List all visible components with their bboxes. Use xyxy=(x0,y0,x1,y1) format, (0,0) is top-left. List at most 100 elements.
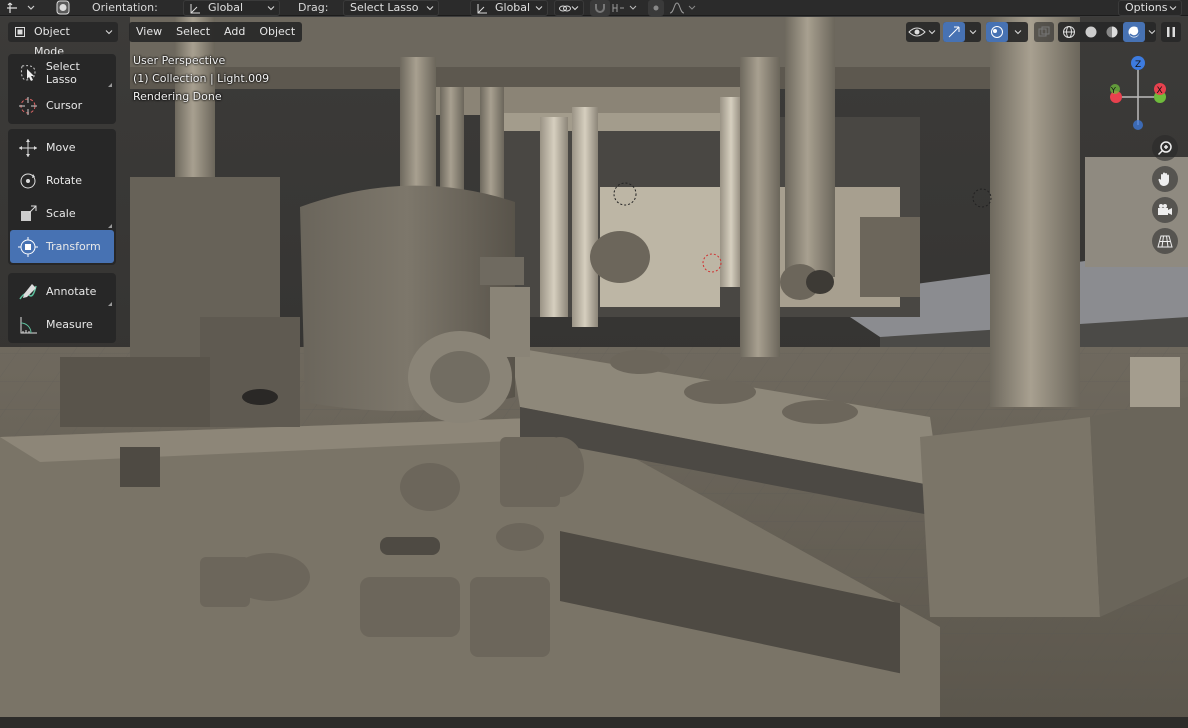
scale-icon xyxy=(21,205,37,221)
pause-render-button[interactable] xyxy=(1161,22,1181,42)
gizmo-icon xyxy=(948,26,960,38)
drag-label: Drag: xyxy=(298,1,329,14)
toolbar-group-annotate: Annotate Measure xyxy=(8,273,116,343)
pause-icon xyxy=(1167,27,1175,37)
transform-tool-icon[interactable] xyxy=(4,0,38,16)
y-axis-label: Y xyxy=(1110,86,1116,95)
eye-icon xyxy=(908,27,926,37)
orientation-value: Global xyxy=(208,1,244,14)
x-axis-label: X xyxy=(1157,86,1163,96)
tool-label: Select Lasso xyxy=(45,59,80,86)
solid-shading-button[interactable] xyxy=(1080,22,1102,42)
rotate-icon xyxy=(20,173,36,188)
transform-icon xyxy=(18,236,38,257)
tool-variants-indicator xyxy=(108,83,112,87)
options-dropdown[interactable]: Options xyxy=(1118,0,1182,16)
drag-value: Select Lasso xyxy=(350,1,419,14)
axis-icon xyxy=(477,4,487,14)
wireframe-shading-button[interactable] xyxy=(1058,22,1080,42)
tool-select-lasso[interactable]: Select Lasso xyxy=(10,56,114,89)
chevron-down-icon xyxy=(267,6,275,11)
axis-icon xyxy=(190,4,200,14)
zoom-icon xyxy=(1157,141,1172,156)
tool-variants-indicator xyxy=(108,224,112,228)
snap-target-dropdown[interactable] xyxy=(610,0,640,16)
rendered-shading-button[interactable] xyxy=(1123,22,1146,42)
magnet-icon xyxy=(595,4,605,13)
falloff-dropdown[interactable] xyxy=(668,0,698,16)
chevron-down-icon xyxy=(105,30,113,35)
menu-select[interactable]: Select xyxy=(169,22,217,42)
camera-icon xyxy=(1158,204,1172,215)
options-label: Options xyxy=(1125,1,1168,14)
tool-label: Measure xyxy=(46,318,93,331)
measure-icon xyxy=(20,316,37,333)
chevron-down-icon xyxy=(535,6,543,11)
solid-sphere-icon xyxy=(1085,26,1097,38)
gizmo-toggle-dropdown[interactable] xyxy=(943,22,981,42)
tool-cursor[interactable]: Cursor xyxy=(10,89,114,122)
hand-icon xyxy=(1158,172,1169,186)
tool-variants-indicator xyxy=(108,302,112,306)
tool-settings-header: Orientation: Global Drag: Select Lasso G… xyxy=(0,0,1188,16)
overlay-icon xyxy=(991,26,1003,38)
toolbar-group-select: Select Lasso Cursor xyxy=(8,54,116,124)
rendered-scene-image xyxy=(0,17,1188,728)
camera-view-button[interactable] xyxy=(1152,197,1178,223)
tool-transform[interactable]: Transform xyxy=(10,230,114,263)
chevron-down-icon xyxy=(1169,6,1177,11)
overlays-dropdown[interactable] xyxy=(986,22,1028,42)
mode-dropdown[interactable]: Object Mode xyxy=(8,22,118,58)
annotate-icon xyxy=(19,283,37,299)
chevron-down-icon xyxy=(571,6,579,11)
proportional-edit-toggle[interactable] xyxy=(648,0,664,16)
cursor-icon xyxy=(19,96,37,115)
pan-button[interactable] xyxy=(1152,166,1178,192)
neg-z-axis-handle xyxy=(1133,120,1143,130)
menu-object[interactable]: Object xyxy=(252,22,302,42)
tool-label: Scale xyxy=(46,207,76,220)
shading-mode-group xyxy=(1058,22,1156,42)
tool-measure[interactable]: Measure xyxy=(10,308,114,341)
tool-move[interactable]: Move xyxy=(10,131,114,164)
wireframe-sphere-icon xyxy=(1062,26,1075,38)
tool-label: Rotate xyxy=(46,174,83,187)
pivot-dropdown[interactable]: Global xyxy=(470,0,548,16)
material-shading-button[interactable] xyxy=(1102,22,1124,42)
tool-annotate[interactable]: Annotate xyxy=(10,275,114,308)
xray-toggle[interactable] xyxy=(1034,22,1054,42)
chevron-down-icon xyxy=(1014,30,1022,35)
grid-icon xyxy=(1157,235,1173,248)
z-axis-label: Z xyxy=(1135,60,1141,70)
rendered-sphere-icon xyxy=(1128,26,1140,38)
drag-dropdown[interactable]: Select Lasso xyxy=(343,0,439,16)
transform-gizmo-icon[interactable] xyxy=(50,0,76,16)
render-status-text: Rendering Done xyxy=(133,90,222,103)
ortho-toggle-button[interactable] xyxy=(1152,228,1178,254)
snap-toggle[interactable] xyxy=(590,0,610,16)
chevron-down-icon xyxy=(928,30,936,35)
move-icon xyxy=(19,138,37,157)
chevron-down-icon xyxy=(969,30,977,35)
menu-view[interactable]: View xyxy=(129,22,169,42)
viewport-menu-bar: View Select Add Object xyxy=(129,22,303,42)
tool-rotate[interactable]: Rotate xyxy=(10,164,114,197)
increment-icon xyxy=(612,4,637,12)
menu-add[interactable]: Add xyxy=(217,22,252,42)
pivot-value: Global xyxy=(495,1,531,14)
zoom-button[interactable] xyxy=(1152,135,1178,161)
chevron-down-icon xyxy=(1148,30,1156,35)
xray-icon xyxy=(1038,26,1050,37)
tool-scale[interactable]: Scale xyxy=(10,197,114,230)
object-mode-icon xyxy=(15,27,25,37)
falloff-curve-icon xyxy=(669,2,696,14)
tool-label: Cursor xyxy=(46,99,83,112)
3d-viewport[interactable]: Object Mode View Select Add Object User … xyxy=(0,17,1188,728)
tool-label: Annotate xyxy=(46,285,97,298)
view-name-text: User Perspective xyxy=(133,54,226,67)
snap-link-button[interactable] xyxy=(554,0,584,16)
link-icon xyxy=(559,5,571,12)
visibility-dropdown[interactable] xyxy=(906,22,940,42)
orientation-dropdown[interactable]: Global xyxy=(183,0,280,16)
navigation-gizmo[interactable]: Z X Y xyxy=(1104,53,1176,131)
